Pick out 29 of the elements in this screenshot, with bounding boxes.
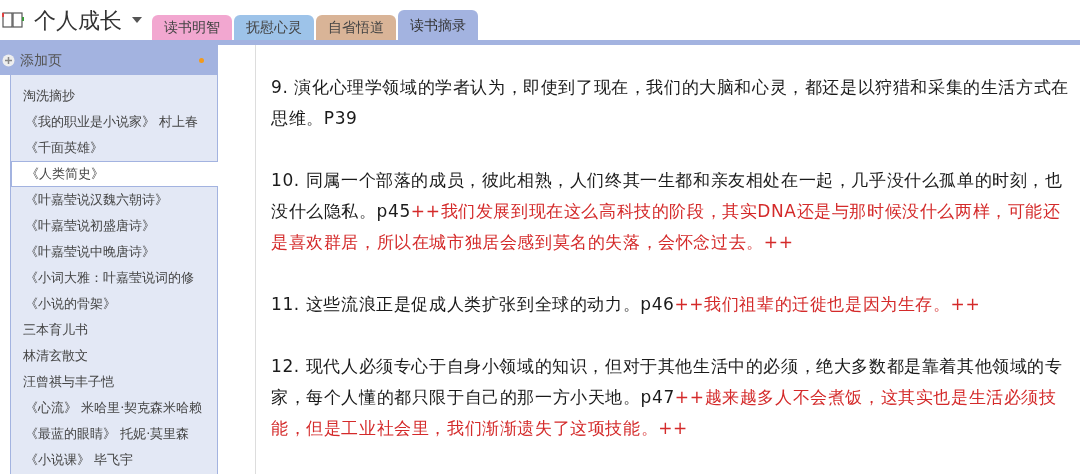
page-list-item[interactable]: 《心流》 米哈里·契克森米哈赖 xyxy=(11,395,217,421)
note-paragraph: 11. 这些流浪正是促成人类扩张到全球的动力。p46++我们祖辈的迁徙也是因为生存。++ xyxy=(271,293,982,316)
page-list-item[interactable]: 《人类简史》 xyxy=(11,161,218,187)
caret-icon[interactable] xyxy=(132,17,142,23)
plus-icon xyxy=(2,53,15,67)
section-tab[interactable]: 读书摘录 xyxy=(398,10,478,40)
page-list-item[interactable]: 《小说课》 毕飞宇 xyxy=(11,447,217,473)
notebook-title[interactable]: 个人成长 xyxy=(34,3,122,37)
page-list-item[interactable]: 《我的职业是小说家》 村上春 xyxy=(11,109,217,135)
page-list-item[interactable]: 淘洗摘抄 xyxy=(11,83,217,109)
page-list-item[interactable]: 《叶嘉莹说初盛唐诗》 xyxy=(11,213,217,239)
section-tab[interactable]: 抚慰心灵 xyxy=(234,15,314,40)
page-list-item[interactable]: 汪曾祺与丰子恺 xyxy=(11,369,217,395)
page-list-item[interactable]: 《千面英雄》 xyxy=(11,135,217,161)
page-list-item[interactable]: 林清玄散文 xyxy=(11,343,217,369)
page-list-item[interactable]: 《小说的骨架》 xyxy=(11,291,217,317)
add-page-button[interactable]: 添加页 xyxy=(0,45,218,75)
page-list-item[interactable]: 《最蓝的眼睛》 托妮·莫里森 xyxy=(11,421,217,447)
page-list-item[interactable]: 《小词大雅：叶嘉莹说词的修 xyxy=(11,265,217,291)
section-tab[interactable]: 读书明智 xyxy=(152,15,232,40)
page-list-item[interactable]: 《叶嘉莹说中晚唐诗》 xyxy=(11,239,217,265)
notebook-icon xyxy=(2,11,24,29)
note-paragraph: 10. 同属一个部落的成员，彼此相熟，人们终其一生都和亲友相处在一起，几乎没什么孤单的时刻，也没什么隐私。p45++我们发展到现在这么高科技的阶段，其实DNA还是与那时候没什么两样，可能还是喜欢群居，所以在城市独居会感到莫名的失落，会怀念过去。++ xyxy=(271,169,1064,254)
status-dot-icon xyxy=(199,57,204,63)
section-tab[interactable]: 自省悟道 xyxy=(316,15,396,40)
page-list-item[interactable]: 三本育儿书 xyxy=(11,317,217,343)
page-list-item[interactable]: 《叶嘉莹说汉魏六朝诗》 xyxy=(11,187,217,213)
note-paragraph: 12. 现代人必须专心于自身小领域的知识，但对于其他生活中的必须，绝大多数都是靠着其他领域的专家，每个人懂的都只限于自己的那一方小天地。p47++越来越多人不会煮饭，这其实也是生活必须技能，但是工业社会里，我们渐渐遗失了这项技能。++ xyxy=(271,355,1064,440)
note-paragraph: 9. 演化心理学领域的学者认为，即使到了现在，我们的大脑和心灵，都还是以狩猎和采集的生活方式在思维。P39 xyxy=(271,76,1070,130)
